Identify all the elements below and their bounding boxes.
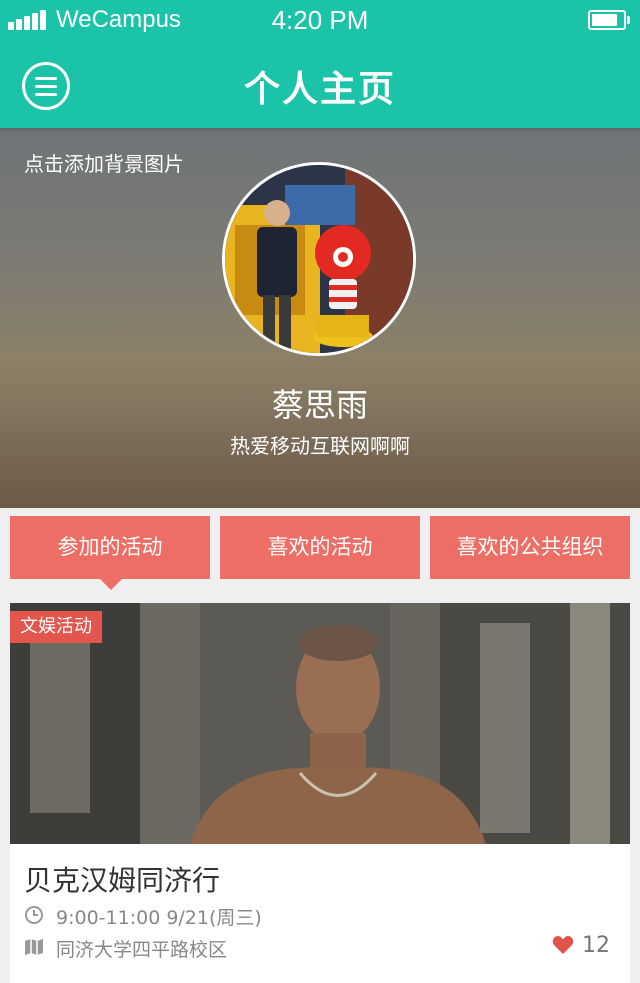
avatar[interactable]: [222, 162, 416, 356]
activity-location: 同济大学四平路校区: [56, 939, 228, 961]
battery-level: [592, 14, 617, 26]
activity-title: 贝克汉姆同济行: [24, 864, 221, 897]
top-bar: WeCampus 4:20 PM 个人主页: [0, 0, 640, 128]
like-count: 12: [582, 933, 610, 958]
map-icon: [25, 939, 43, 955]
user-name: 蔡思雨: [271, 386, 368, 424]
profile-header: 点击添加背景图片 蔡思雨 热爱移动互联网啊啊: [0, 128, 640, 508]
user-bio: 热爱移动互联网啊啊: [230, 434, 410, 458]
avatar-photo: [225, 165, 413, 353]
like-button[interactable]: 12: [520, 933, 610, 958]
heart-icon: [552, 936, 574, 954]
add-background-button[interactable]: 点击添加背景图片: [24, 148, 184, 177]
selected-tab-indicator: [100, 579, 122, 590]
status-time: 4:20 PM: [271, 5, 369, 35]
tab-joined-activities[interactable]: 参加的活动: [10, 516, 210, 579]
tab-liked-activities[interactable]: 喜欢的活动: [220, 516, 420, 579]
battery-icon: [588, 10, 630, 30]
category-badge: 文娱活动: [10, 611, 102, 643]
clock-icon: [25, 906, 43, 924]
status-bar: WeCampus 4:20 PM: [0, 0, 640, 40]
tab-liked-organizations[interactable]: 喜欢的公共组织: [430, 516, 630, 579]
activity-card[interactable]: 文娱活动 贝克汉姆同济行 9:00-11:00 9/21(周三) 同济大学四平路…: [10, 603, 630, 983]
activity-photo: 文娱活动: [10, 603, 630, 844]
page-title: 个人主页: [243, 69, 396, 110]
activity-time: 9:00-11:00 9/21(周三): [56, 907, 262, 929]
